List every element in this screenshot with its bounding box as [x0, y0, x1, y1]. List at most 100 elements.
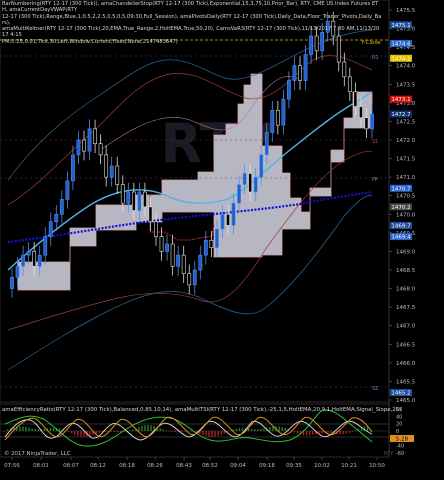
- candle-body: [43, 236, 48, 256]
- histogram-bar: [147, 425, 149, 431]
- histogram-bar: [251, 429, 253, 431]
- candle-body: [159, 236, 164, 252]
- efficiency-ratio-line: [4, 409, 373, 447]
- histogram-bar: [174, 431, 177, 433]
- time-tick-label: 08:52: [202, 463, 218, 469]
- chart-window: RTY Y-Close R1 S1 PP S2 1475.: [0, 0, 444, 480]
- candle-body: [154, 221, 158, 237]
- time-tick-label: 09:35: [286, 463, 302, 469]
- histogram-bar: [165, 430, 167, 432]
- histogram-bar: [22, 426, 24, 431]
- candle-body: [137, 191, 142, 211]
- time-tick-label: 09:04: [230, 463, 246, 469]
- histogram-bar: [89, 431, 91, 436]
- candle-body: [292, 65, 297, 81]
- histogram-bar: [43, 428, 45, 431]
- time-tick-label: 09:18: [259, 463, 275, 469]
- candle-body: [109, 165, 114, 178]
- price-tick-label: 1467.5: [396, 305, 416, 311]
- candle-body: [336, 35, 341, 63]
- candle-body: [320, 31, 325, 52]
- candle-body: [187, 273, 192, 286]
- price-tick-label: 1469.0: [396, 249, 416, 255]
- histogram-bar: [205, 431, 207, 436]
- candle-body: [342, 61, 347, 78]
- price-tick-label: 1473.5: [396, 82, 416, 88]
- candle-body: [32, 251, 37, 267]
- candle-body: [93, 128, 97, 145]
- histogram-bar: [235, 428, 238, 431]
- price-marker-label: 1465.2: [391, 391, 410, 397]
- candle-body: [298, 65, 302, 81]
- time-tick-label: 07:56: [4, 463, 20, 469]
- histogram-bar: [98, 431, 100, 434]
- time-tick-label: 10:50: [369, 463, 385, 469]
- candle-body: [148, 206, 153, 223]
- price-marker-label: 1474.2: [391, 56, 410, 62]
- histogram-bar: [309, 431, 311, 436]
- histogram-bar: [351, 431, 353, 432]
- price-tick-label: 1472.0: [396, 138, 416, 144]
- histogram-bar: [159, 428, 161, 431]
- histogram-bar: [208, 431, 210, 437]
- candle-body: [26, 251, 31, 256]
- histogram-bar: [202, 431, 204, 435]
- candle-body: [331, 20, 336, 37]
- indicator-tick-label: -40: [396, 444, 404, 450]
- histogram-bar: [129, 430, 131, 432]
- histogram-bar: [68, 431, 70, 432]
- price-marker-label: 1469.4: [391, 235, 411, 241]
- price-axis-markers: 1475.1 1474.6 1474.2 1473.1 1472.7 1470.7 1470…: [390, 21, 412, 397]
- candle-body: [270, 109, 275, 133]
- s1-label: S1: [372, 139, 378, 145]
- histogram-bar: [141, 425, 143, 431]
- price-marker-label: 1470.2: [391, 205, 410, 211]
- candle-body: [170, 243, 175, 267]
- histogram-bar: [168, 431, 170, 432]
- candle-body: [181, 254, 186, 275]
- histogram-bar: [31, 428, 33, 431]
- candle-body: [264, 132, 269, 156]
- histogram-bar: [52, 427, 55, 431]
- time-axis: 07:56 08:01 08:07 08:12 08:18 08:26 08:43 08:52…: [4, 457, 385, 469]
- candle-body: [353, 91, 358, 107]
- histogram-bar: [49, 428, 52, 431]
- price-marker-label: 1475.1: [391, 23, 410, 29]
- candle-body: [71, 154, 75, 182]
- indicator-tick-label: -60: [396, 451, 404, 457]
- histogram-bar: [296, 431, 299, 434]
- candle-body: [48, 221, 53, 237]
- candle-body: [287, 80, 291, 100]
- time-tick-label: 08:07: [63, 463, 79, 469]
- candle-body: [131, 191, 136, 211]
- time-tick-label: 10:02: [314, 463, 330, 469]
- price-tick-label: 1475.5: [396, 8, 416, 14]
- indicator-axis: 6040200-20-40-60: [396, 407, 404, 457]
- price-marker-label: 1473.1: [391, 97, 410, 103]
- candle-body: [21, 254, 25, 267]
- r1-label: R1: [372, 55, 379, 61]
- y-close-label: Y-Close: [360, 40, 381, 46]
- histogram-bar: [80, 431, 82, 437]
- candle-body: [242, 173, 247, 185]
- histogram-bar: [254, 429, 256, 431]
- pp-label: PP: [372, 177, 378, 183]
- histogram-bar: [34, 428, 36, 431]
- histogram-bar: [229, 430, 231, 432]
- indicator-tick-label: 40: [396, 414, 402, 420]
- candle-body: [370, 113, 374, 130]
- candle-body: [59, 199, 64, 215]
- histogram-bar: [138, 426, 140, 431]
- candle-body: [87, 128, 92, 152]
- price-tick-label: 1466.0: [396, 361, 416, 367]
- price-tick-label: 1472.5: [396, 119, 416, 125]
- histogram-bar: [281, 427, 283, 431]
- price-tick-label: 1471.5: [396, 157, 416, 163]
- candle-body: [37, 254, 42, 267]
- histogram-bar: [150, 425, 152, 431]
- histogram-bar: [25, 427, 27, 431]
- candle-body: [253, 176, 258, 193]
- histogram-bar: [354, 430, 357, 431]
- histogram-bar: [293, 431, 296, 433]
- histogram-bar: [269, 427, 271, 431]
